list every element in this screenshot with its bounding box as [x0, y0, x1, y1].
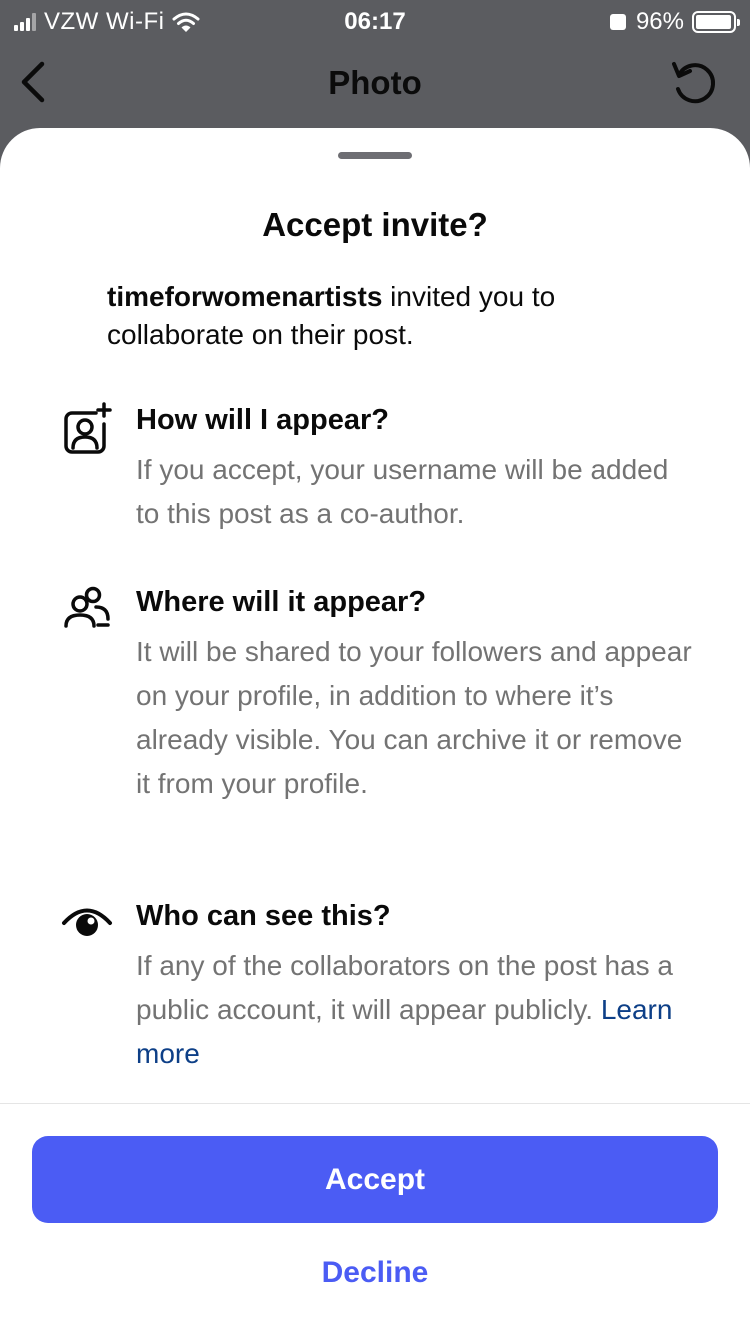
footer-divider: [0, 1103, 750, 1104]
people-icon: [64, 586, 110, 628]
decline-button[interactable]: Decline: [0, 1256, 750, 1304]
status-bar: VZW Wi-Fi 06:17 96%: [0, 0, 750, 40]
page-title: Photo: [328, 64, 422, 101]
invite-sheet: Accept invite? timeforwomenartists invit…: [0, 128, 750, 1334]
battery-icon: [692, 11, 740, 33]
sheet-title: Accept invite?: [262, 206, 488, 243]
add-person-icon: [64, 402, 112, 454]
invite-username[interactable]: timeforwomenartists: [107, 281, 382, 312]
section-body: If any of the collaborators on the post …: [136, 944, 696, 1076]
section-heading: Where will it appear?: [136, 586, 427, 618]
eye-icon: [62, 908, 112, 936]
refresh-icon[interactable]: [670, 58, 720, 108]
section-body: It will be shared to your followers and …: [136, 636, 692, 799]
battery-fill: [696, 15, 731, 29]
section-heading: How will I appear?: [136, 404, 389, 436]
sheet-grabber[interactable]: [338, 152, 412, 159]
section-body-text: If any of the collaborators on the post …: [136, 950, 674, 1025]
status-right: 96%: [609, 8, 740, 36]
accept-button[interactable]: Accept: [32, 1136, 718, 1223]
battery-percent: 96%: [635, 8, 684, 35]
section-heading: Who can see this?: [136, 900, 391, 932]
invite-intro: timeforwomenartists invited you to colla…: [107, 278, 667, 354]
nav-bar: Photo: [0, 40, 750, 128]
section-body: If you accept, your username will be add…: [136, 454, 669, 529]
orientation-lock-icon: [609, 14, 626, 30]
